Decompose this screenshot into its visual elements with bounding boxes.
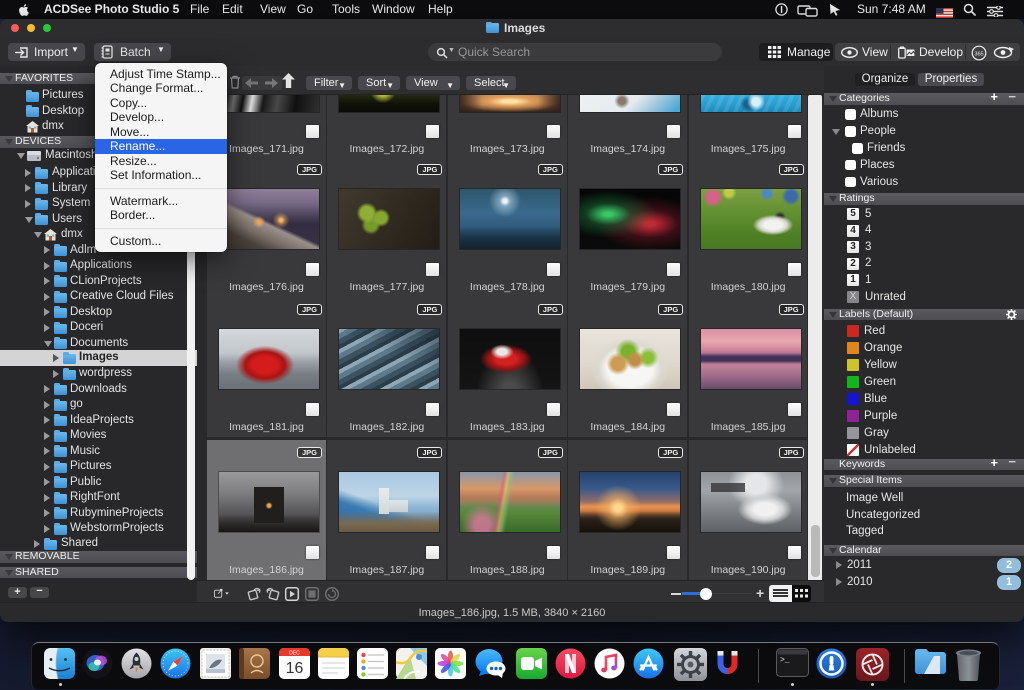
svg-text:365: 365 <box>974 51 983 57</box>
svg-text:16: 16 <box>286 660 304 677</box>
svg-text:>_: >_ <box>780 656 790 665</box>
svg-text:DEC: DEC <box>289 651 300 657</box>
